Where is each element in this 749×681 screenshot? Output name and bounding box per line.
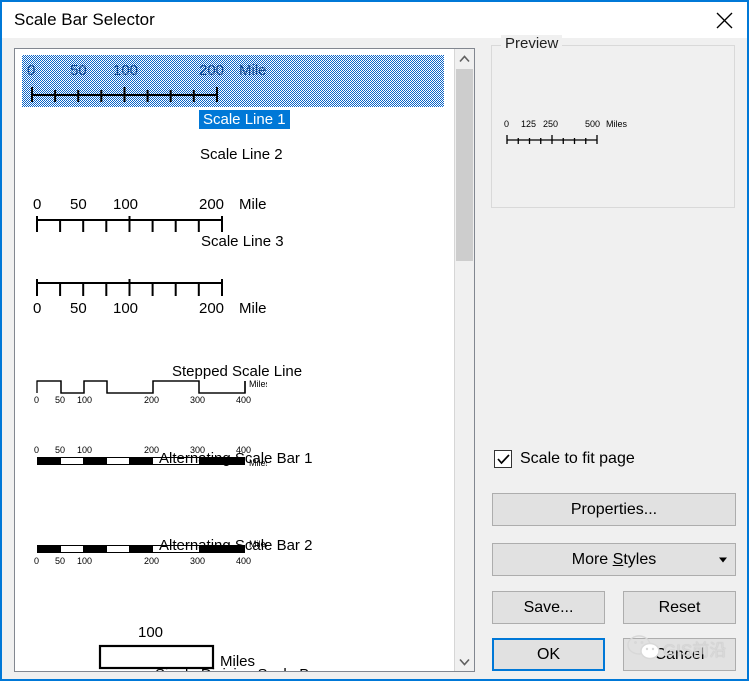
svg-text:200: 200 [199,300,224,317]
svg-text:50: 50 [55,445,65,455]
svg-text:100: 100 [113,196,138,213]
svg-text:0: 0 [27,62,35,79]
checkbox-box[interactable] [494,450,512,468]
list-item-label: Scale Line 3 [201,233,284,250]
properties-button-label: Properties... [570,500,658,518]
preview-group: Preview 0 125 250 500 Miles [491,35,735,208]
list-item[interactable]: 0 50 100 200 300 400 Miles Alternating S… [15,406,455,493]
svg-text:Miles: Miles [249,379,267,389]
list-item[interactable]: 0 50 100 200 Miles Scale Line 3 [15,232,455,319]
svg-text:0: 0 [33,196,41,213]
chevron-down-icon[interactable] [719,557,727,562]
svg-text:0: 0 [34,445,39,455]
more-styles-button-label: More Styles [571,550,657,568]
cancel-button-label: Cancel [654,645,705,663]
svg-text:0: 0 [34,395,39,405]
scrollbar-up-button[interactable] [455,49,474,68]
svg-text:200: 200 [144,445,159,455]
close-button[interactable] [701,2,747,38]
svg-text:200: 200 [199,196,224,213]
svg-text:125: 125 [521,119,536,129]
chevron-up-icon [459,54,470,62]
list-item-label: Alternating Scale Bar 2 [159,537,313,554]
list-item[interactable]: 100 Miles Single Division Scale Bar [15,580,455,671]
svg-text:50: 50 [55,556,65,566]
svg-text:500: 500 [585,119,600,129]
scale-graphic-single-division-scale-bar: 100 Miles [90,620,270,671]
chevron-down-icon [459,658,470,666]
title-bar: Scale Bar Selector [2,2,747,38]
svg-text:0: 0 [34,556,39,566]
checkmark-icon [496,453,510,464]
svg-text:50: 50 [70,62,87,79]
reset-button[interactable]: Reset [623,591,736,624]
svg-text:300: 300 [190,395,205,405]
svg-text:200: 200 [144,556,159,566]
save-button-label: Save... [523,598,574,616]
svg-text:100: 100 [113,62,138,79]
close-icon [716,12,732,28]
svg-text:100: 100 [138,624,163,641]
scrollbar-thumb[interactable] [456,69,473,261]
svg-text:Miles: Miles [239,62,267,79]
ok-button-label: OK [536,645,561,663]
svg-text:0: 0 [504,119,509,129]
svg-text:Miles: Miles [606,119,628,129]
list-item[interactable]: Miles 0 50 100 200 300 400 Stepped Scale… [15,319,455,406]
list-item[interactable]: 0 50 100 200 Mile s [15,145,455,232]
scale-to-fit-page-checkbox[interactable]: Scale to fit page [494,450,635,468]
svg-text:50: 50 [70,300,87,317]
svg-text:400: 400 [236,395,251,405]
svg-text:100: 100 [77,395,92,405]
list-item-label: Scale Line 2 [200,146,283,163]
svg-text:100: 100 [77,556,92,566]
svg-text:300: 300 [190,556,205,566]
list-item-label: Alternating Scale Bar 1 [159,450,313,467]
svg-text:50: 50 [70,196,87,213]
svg-text:200: 200 [144,395,159,405]
cancel-button[interactable]: Cancel [623,638,736,671]
svg-text:100: 100 [113,300,138,317]
page-title: Scale Bar Selector [14,10,155,29]
svg-text:100: 100 [77,445,92,455]
properties-button[interactable]: Properties... [492,493,736,526]
more-styles-button[interactable]: More Styles [492,543,736,576]
list-item-label: Stepped Scale Line [172,363,303,380]
list-item-label: Scale Line 1 [199,110,290,129]
list-item[interactable]: Miles 0 50 100 200 300 400 Alternating S… [15,493,455,580]
svg-text:0: 0 [33,300,41,317]
svg-text:Miles: Miles [239,196,267,213]
ok-button[interactable]: OK [492,638,605,671]
scale-bar-style-list[interactable]: 0 50 100 200 Mile s [14,48,475,672]
svg-text:Miles: Miles [239,300,267,317]
preview-group-legend: Preview [501,35,563,52]
svg-text:200: 200 [199,62,224,79]
scale-graphic-scale-line-1: 0 50 100 200 Miles [27,59,267,105]
scale-graphic-scale-line-3: 0 50 100 200 Miles [27,276,267,322]
list-item-label: Single Division Scale Bar [155,666,323,671]
save-button[interactable]: Save... [492,591,605,624]
svg-text:400: 400 [236,556,251,566]
svg-text:50: 50 [55,395,65,405]
scrollbar-down-button[interactable] [455,652,474,671]
preview-scale-graphic: 0 125 250 500 Miles [502,116,702,161]
list-item[interactable]: 0 50 100 200 Mile s [15,49,455,145]
reset-button-label: Reset [658,598,701,616]
svg-text:250: 250 [543,119,558,129]
checkbox-label: Scale to fit page [520,450,635,467]
list-scrollbar[interactable] [454,49,474,671]
